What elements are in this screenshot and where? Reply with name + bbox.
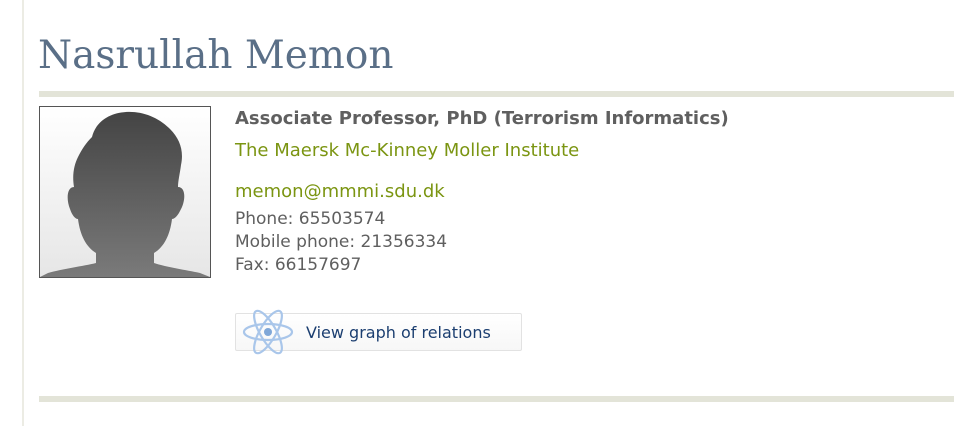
view-graph-label: View graph of relations — [306, 322, 491, 342]
job-title: Associate Professor, PhD (Terrorism Info… — [235, 108, 729, 129]
profile-photo — [39, 106, 211, 278]
mobile-phone-number: Mobile phone: 21356334 — [235, 232, 448, 252]
organization-link[interactable]: The Maersk Mc-Kinney Moller Institute — [235, 139, 935, 163]
view-graph-button[interactable]: View graph of relations — [235, 309, 522, 355]
phone-number: Phone: 65503574 — [235, 209, 386, 229]
contact-details: Phone: 65503574 Mobile phone: 21356334 F… — [235, 208, 935, 277]
left-border-line — [22, 0, 24, 426]
header-divider — [39, 91, 954, 97]
person-silhouette-icon — [40, 111, 210, 277]
profile-info: Associate Professor, PhD (Terrorism Info… — [235, 105, 935, 277]
atom-icon — [238, 309, 298, 355]
fax-number: Fax: 66157697 — [235, 255, 362, 275]
footer-divider — [39, 396, 954, 402]
page-title: Nasrullah Memon — [38, 33, 394, 78]
email-link[interactable]: memon@mmmi.sdu.dk — [235, 180, 935, 204]
